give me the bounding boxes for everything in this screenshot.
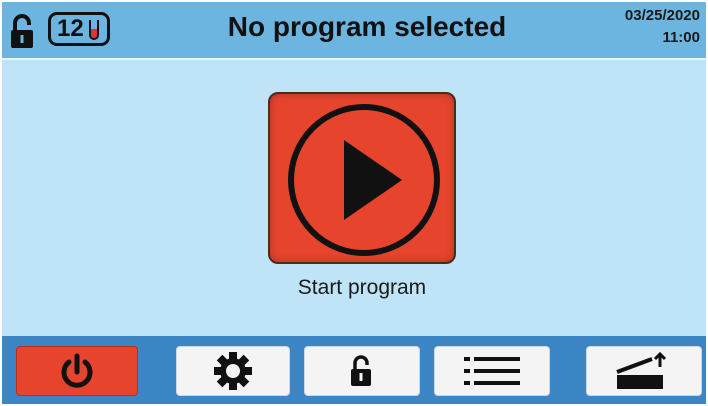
menu-button[interactable] <box>434 346 550 396</box>
lock-button[interactable] <box>304 346 420 396</box>
power-button[interactable] <box>16 346 138 396</box>
play-icon <box>288 104 440 256</box>
start-program-button[interactable] <box>268 92 456 264</box>
bottom-toolbar <box>2 336 706 404</box>
device-screen: 12 No program selected 03/25/2020 11:00 … <box>2 2 706 404</box>
time-display: 11:00 <box>662 29 700 46</box>
date-display: 03/25/2020 <box>624 7 700 24</box>
start-program-label: Start program <box>297 276 427 299</box>
gear-icon <box>214 352 252 390</box>
unlock-icon <box>351 355 371 386</box>
sample-counter: 12 <box>48 12 110 46</box>
header-bar: 12 No program selected 03/25/2020 11:00 <box>2 2 706 60</box>
unlock-icon <box>8 12 38 50</box>
tube-icon <box>88 19 100 41</box>
list-icon <box>464 357 520 385</box>
lid-open-icon <box>616 351 667 389</box>
settings-button[interactable] <box>176 346 290 396</box>
sample-count: 12 <box>57 15 84 42</box>
power-icon <box>61 353 93 388</box>
page-title: No program selected <box>227 11 507 42</box>
lid-button[interactable] <box>586 346 702 396</box>
